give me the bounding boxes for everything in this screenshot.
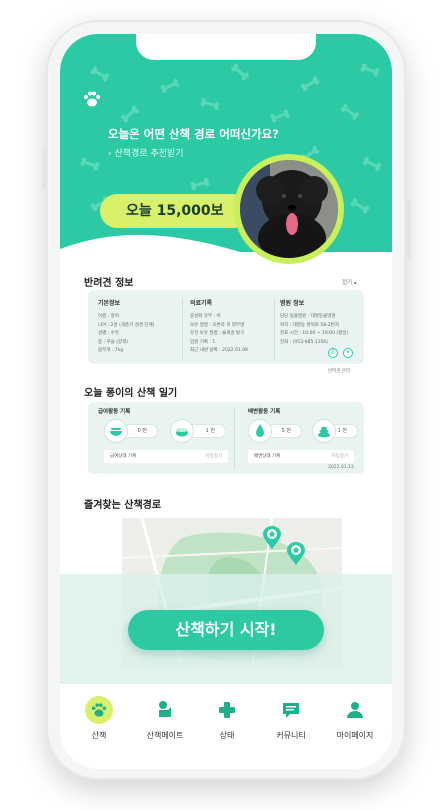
- info-line: 진료 시간 : 10:00 ~ 19:00 (평일): [280, 331, 349, 337]
- paw-logo-icon[interactable]: [82, 90, 102, 108]
- info-line: 보유 질병 : 오른쪽 귀 외부병: [190, 322, 245, 328]
- medical-record-heading: 의료기록: [190, 300, 213, 307]
- basic-info-column: 기본정보 이름 : 퐁이 나이 : 2살 (개춘기 성견 단계) 성별 : 수컷…: [98, 298, 154, 372]
- basic-info-heading: 기본정보: [98, 300, 121, 307]
- map-pin-star-icon[interactable]: [262, 526, 282, 550]
- paw-icon: [85, 696, 113, 724]
- phone-call-icon[interactable]: ✆: [328, 348, 338, 358]
- favorite-routes-title: 즐겨찾는 산책경로: [84, 500, 162, 511]
- tab-status[interactable]: 상태: [194, 696, 260, 741]
- tab-walk[interactable]: 산책: [66, 696, 132, 741]
- info-line: 몸무게 : 7kg: [98, 348, 124, 354]
- divider: [274, 298, 275, 360]
- divider: [182, 298, 183, 360]
- diary-date: 2022.01.13: [328, 465, 354, 470]
- volume-button: [42, 150, 47, 190]
- info-line: 종 : 푸들 (갈색): [98, 339, 129, 345]
- pet-info-card: 기본정보 이름 : 퐁이 나이 : 2살 (개춘기 성견 단계) 성별 : 수컷…: [88, 290, 364, 364]
- location-pin-icon[interactable]: ⌖: [343, 348, 353, 358]
- info-line: 입원 기록 : 1: [190, 339, 216, 345]
- app-screen: 오늘은 어떤 산책 경로 어떠신가요? › 산책경로 추천받기 오늘 15,00…: [60, 34, 392, 769]
- water-drop-icon[interactable]: [248, 419, 272, 443]
- tab-label: 산책: [91, 731, 107, 740]
- hospital-info-heading: 병원 정보: [280, 300, 305, 307]
- tab-label: 마이페이지: [336, 731, 374, 740]
- hero-title: 오늘은 어떤 산책 경로 어떠신가요?: [108, 127, 279, 141]
- start-walk-button[interactable]: 산책하기 시작!: [128, 610, 324, 650]
- tab-label: 상태: [219, 731, 235, 740]
- info-line: 위치 : 대명동 명덕로 58-2번지: [280, 322, 339, 328]
- dog-photo[interactable]: [234, 154, 344, 264]
- collapse-toggle[interactable]: 접기 ▴: [342, 278, 357, 286]
- phone-notch: [136, 34, 316, 60]
- medical-record-column: 의료기록 중성화 유무 : 아 보유 질병 : 오른쪽 귀 외부병 유전 보유 …: [190, 298, 248, 372]
- feeding-label: 급여활동 기록: [98, 409, 131, 415]
- user-icon: [341, 696, 369, 724]
- food-bowl-icon[interactable]: [104, 419, 128, 443]
- info-line: 성별 : 수컷: [98, 331, 119, 337]
- water-bowl-icon[interactable]: [170, 419, 194, 443]
- walk-diary-card: 급여활동 기록 0 번 1 번 급여상태 기록 자동일기 배변활동 기록 5 번…: [88, 402, 364, 474]
- chat-icon: [277, 696, 305, 724]
- bottom-tab-bar: 산책 산책메이트 상태 커뮤니티 마이페이지: [60, 684, 392, 769]
- info-line: 이름 : 퐁이: [98, 314, 119, 319]
- feeding-memo-text: 급여상태 기록: [110, 454, 137, 459]
- hospital-info-column: 병원 정보 담당 동물병원 : 대명동물병원 위치 : 대명동 명덕로 58-2…: [280, 298, 348, 372]
- info-line: 전화 : (053-985-1356): [280, 339, 329, 345]
- medical-cross-icon: [213, 696, 241, 724]
- toilet-memo-text: 배변상태 기록: [254, 454, 281, 459]
- divider: [234, 408, 235, 470]
- pet-manage-link[interactable]: 반려견 관리: [328, 368, 350, 374]
- info-line: 담당 동물병원 : 대명동물병원: [280, 314, 336, 319]
- dog-image: [240, 160, 338, 258]
- step-count-badge: 오늘 15,000보: [100, 194, 250, 228]
- toilet-memo-input[interactable]: 배변상태 기록 자동일기: [248, 450, 354, 463]
- route-recommend-link[interactable]: › 산책경로 추천받기: [108, 146, 184, 159]
- pet-info-title: 반려견 정보: [84, 278, 134, 289]
- auto-diary-hint: 자동일기: [331, 454, 348, 459]
- tab-label: 산책메이트: [146, 731, 184, 740]
- info-line: 나이 : 2살 (개춘기 성견 단계): [98, 322, 155, 328]
- tab-my-page[interactable]: 마이페이지: [322, 696, 388, 741]
- info-line: 최근 내원 날짜 : 2022.01.08: [190, 348, 248, 354]
- info-line: 유전 보유 질병 : 슬개골 탈구: [190, 331, 245, 337]
- power-button: [406, 200, 411, 260]
- auto-diary-hint: 자동일기: [205, 454, 222, 459]
- tab-walk-mate[interactable]: 산책메이트: [132, 696, 198, 741]
- dog-icon: [151, 696, 179, 724]
- toilet-label: 배변활동 기록: [248, 409, 281, 415]
- tab-label: 커뮤니티: [276, 731, 306, 740]
- map-pin-star-icon[interactable]: [286, 542, 306, 566]
- walk-diary-title: 오늘 퐁이의 산책 일기: [84, 388, 178, 399]
- feeding-memo-input[interactable]: 급여상태 기록 자동일기: [104, 450, 228, 463]
- poop-icon[interactable]: [312, 419, 336, 443]
- info-line: 중성화 유무 : 아: [190, 314, 221, 319]
- tab-community[interactable]: 커뮤니티: [258, 696, 324, 741]
